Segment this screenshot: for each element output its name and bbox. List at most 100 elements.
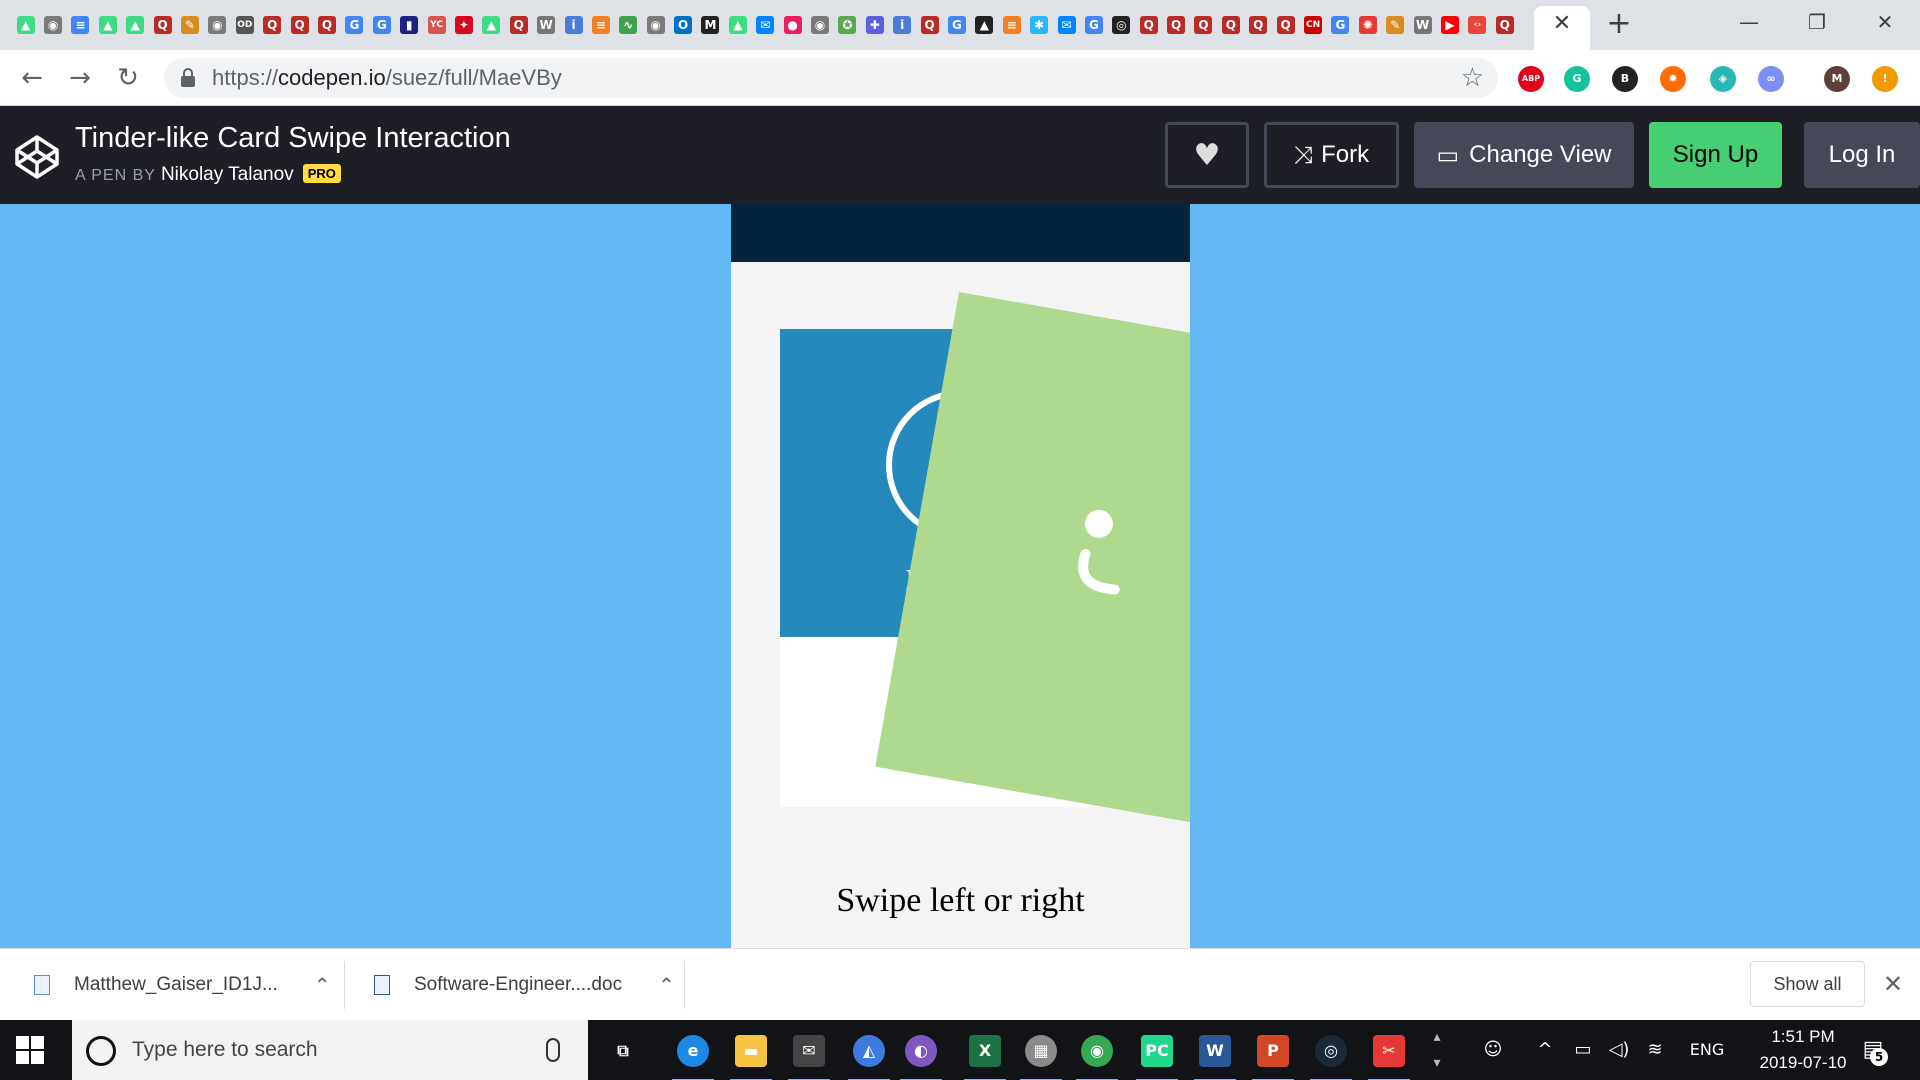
browser-tab[interactable]: G — [341, 10, 368, 40]
browser-tab[interactable]: OD — [231, 10, 258, 40]
url-text[interactable]: https://codepen.io/suez/full/MaeVBy — [212, 58, 562, 98]
browser-tab[interactable]: ≡ — [587, 10, 614, 40]
network-icon[interactable]: ▭ — [1568, 1020, 1598, 1080]
extension-icon[interactable]: ∞ — [1758, 66, 1784, 92]
browser-tab[interactable]: ✎ — [176, 10, 203, 40]
bookmark-star-icon[interactable]: ☆ — [1461, 64, 1484, 92]
browser-tab[interactable]: Q — [1272, 10, 1299, 40]
chevron-up-icon[interactable]: ⌃ — [314, 973, 331, 997]
browser-tab[interactable]: ≡ — [67, 10, 94, 40]
browser-tab[interactable]: ◉ — [39, 10, 66, 40]
author-link[interactable]: Nikolay Talanov — [161, 164, 294, 185]
browser-tab[interactable]: Q — [916, 10, 943, 40]
extension-icon[interactable]: ✸ — [1660, 66, 1686, 92]
browser-tab[interactable]: i — [560, 10, 587, 40]
taskbar-app-mail[interactable]: ✉ — [784, 1026, 834, 1080]
browser-tab[interactable]: ∿ — [615, 10, 642, 40]
browser-tab[interactable]: G — [368, 10, 395, 40]
browser-tab[interactable]: ▲ — [971, 10, 998, 40]
browser-tab[interactable]: ◉ — [806, 10, 833, 40]
adblock-icon[interactable]: ABP — [1518, 66, 1544, 92]
show-hidden-icons-icon[interactable]: ^ — [1532, 1020, 1558, 1080]
tray-overflow-scroll-icon[interactable]: ▴ ▾ — [1426, 1024, 1448, 1076]
taskbar-app-steam[interactable]: ◎ — [1306, 1026, 1356, 1080]
taskbar-app-app[interactable]: ◭ — [844, 1026, 894, 1080]
volume-icon[interactable]: ◁) — [1604, 1020, 1634, 1080]
browser-tab[interactable]: ▲ — [478, 10, 505, 40]
browser-tab[interactable]: ● — [779, 10, 806, 40]
chevron-up-icon[interactable]: ⌃ — [658, 973, 675, 997]
taskbar-app-excel[interactable]: X — [960, 1026, 1010, 1080]
browser-tab[interactable]: ◉ — [204, 10, 231, 40]
browser-tab[interactable]: ▲ — [12, 10, 39, 40]
browser-tab[interactable]: ✚ — [861, 10, 888, 40]
taskbar-app-powerpoint[interactable]: P — [1248, 1026, 1298, 1080]
update-alert-icon[interactable]: ! — [1872, 66, 1898, 92]
change-view-button[interactable]: ▭ Change View — [1414, 122, 1634, 188]
browser-tab[interactable]: M — [697, 10, 724, 40]
sign-up-button[interactable]: Sign Up — [1649, 122, 1782, 188]
browser-tab[interactable]: ✪ — [834, 10, 861, 40]
download-item[interactable]: Software-Engineer....doc ⌃ — [374, 949, 675, 1021]
browser-tab[interactable]: Q — [1491, 10, 1518, 40]
taskbar-search[interactable]: Type here to search — [72, 1020, 588, 1080]
browser-tab[interactable]: ▮ — [395, 10, 422, 40]
lock-icon[interactable] — [180, 68, 196, 88]
taskbar-app-app[interactable]: ◐ — [896, 1026, 946, 1080]
browser-tab[interactable]: Q — [1162, 10, 1189, 40]
windows-start-icon[interactable] — [16, 1036, 44, 1064]
download-item[interactable]: Matthew_Gaiser_ID1J... ⌃ — [34, 949, 331, 1021]
people-icon[interactable]: ☺ — [1476, 1020, 1510, 1080]
browser-tab[interactable]: Q — [1217, 10, 1244, 40]
microphone-icon[interactable] — [546, 1038, 560, 1062]
browser-tab[interactable]: G — [1327, 10, 1354, 40]
codepen-logo-icon[interactable] — [14, 134, 60, 180]
browser-tab[interactable]: Q — [313, 10, 340, 40]
log-in-button[interactable]: Log In — [1804, 122, 1920, 188]
browser-tab[interactable]: CN — [1299, 10, 1326, 40]
browser-tab[interactable]: ✎ — [1382, 10, 1409, 40]
window-close-button[interactable]: ✕ — [1850, 0, 1920, 44]
browser-tab[interactable]: Q — [149, 10, 176, 40]
browser-tab[interactable]: ◉ — [642, 10, 669, 40]
browser-tab[interactable]: W — [532, 10, 559, 40]
fork-button[interactable]: ⤨ Fork — [1264, 122, 1399, 188]
wifi-icon[interactable]: ≋ — [1640, 1020, 1670, 1080]
browser-tab[interactable]: ✺ — [1354, 10, 1381, 40]
address-bar[interactable]: https://codepen.io/suez/full/MaeVBy ☆ — [164, 58, 1498, 98]
browser-tab[interactable]: Q — [505, 10, 532, 40]
show-all-button[interactable]: Show all — [1750, 961, 1865, 1007]
browser-tab[interactable]: W — [1409, 10, 1436, 40]
back-icon[interactable]: ← — [14, 60, 50, 96]
forward-icon[interactable]: → — [62, 60, 98, 96]
reload-icon[interactable]: ↻ — [110, 60, 146, 96]
browser-tab[interactable]: Q — [1245, 10, 1272, 40]
taskbar-app-snip[interactable]: ✂ — [1364, 1026, 1414, 1080]
clock-time[interactable]: 1:51 PM — [1748, 1027, 1858, 1047]
browser-tab[interactable]: Q — [259, 10, 286, 40]
grammarly-icon[interactable]: G — [1564, 66, 1590, 92]
restore-button[interactable]: ❐ — [1782, 0, 1852, 44]
browser-tab[interactable]: ‹› — [1464, 10, 1491, 40]
browser-tab[interactable]: ▲ — [94, 10, 121, 40]
browser-tab[interactable]: ◎ — [1108, 10, 1135, 40]
clock-date[interactable]: 2019-07-10 — [1748, 1053, 1858, 1073]
new-tab-button[interactable]: + — [1604, 9, 1634, 39]
browser-tab[interactable]: i — [889, 10, 916, 40]
taskbar-app-chrome[interactable]: ◉ — [1072, 1026, 1122, 1080]
minimize-button[interactable]: — — [1714, 0, 1784, 44]
browser-tab[interactable]: Q — [286, 10, 313, 40]
browser-tab[interactable]: G — [1080, 10, 1107, 40]
browser-tab[interactable]: ✦ — [450, 10, 477, 40]
browser-tab[interactable]: YC — [423, 10, 450, 40]
taskbar-app-edge[interactable]: e — [668, 1026, 718, 1080]
browser-tab[interactable]: ▲ — [122, 10, 149, 40]
taskbar-app-word[interactable]: W — [1190, 1026, 1240, 1080]
browser-tab[interactable]: G — [943, 10, 970, 40]
browser-tab[interactable]: ▶ — [1436, 10, 1463, 40]
browser-tab[interactable]: Q — [1190, 10, 1217, 40]
browser-tab[interactable]: ✉ — [752, 10, 779, 40]
close-tab-icon[interactable]: ✕ — [1550, 12, 1574, 36]
taskbar-app-file-explorer[interactable]: ▬ — [726, 1026, 776, 1080]
browser-tab[interactable]: ✉ — [1053, 10, 1080, 40]
